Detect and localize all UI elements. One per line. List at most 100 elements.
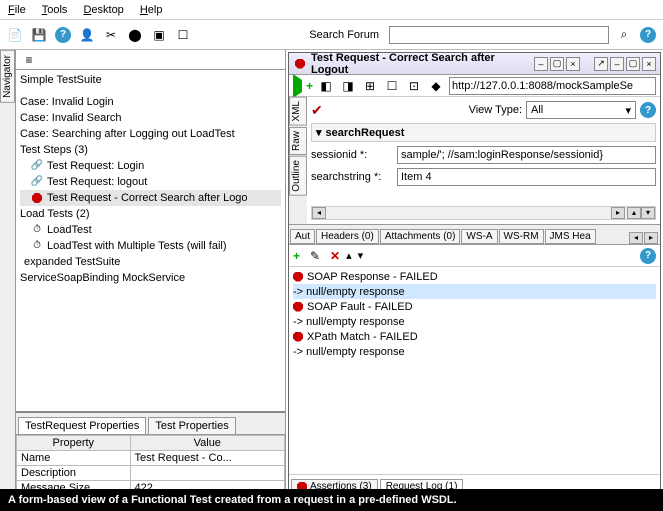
navigator-toolbar: ≡ — [16, 50, 285, 70]
caption-overlay: A form-based view of a Functional Test c… — [0, 489, 663, 511]
main-toolbar: 📄 💾 ? 👤 ✂ ⬤ ▣ ☐ Search Forum ⌕ ? — [0, 20, 663, 50]
navigator-tree[interactable]: Simple TestSuite Case: Invalid Login Cas… — [16, 70, 285, 411]
tree-steps-label[interactable]: Test Steps (3) — [20, 142, 281, 158]
tabs-right-icon[interactable]: ▸ — [644, 232, 658, 244]
tool5-icon[interactable]: ⊡ — [405, 77, 423, 95]
help-icon[interactable]: ? — [54, 26, 72, 44]
window-icon — [293, 57, 307, 71]
window-title: Test Request - Correct Search after Logo… — [311, 52, 530, 76]
tab-headers[interactable]: Headers (0) — [316, 229, 379, 244]
restore-icon[interactable]: ↗ — [594, 57, 608, 71]
tree-mockservice[interactable]: ServiceSoapBinding MockService — [20, 270, 281, 286]
assertion-detail[interactable]: -> null/empty response — [293, 344, 656, 359]
assertion-detail[interactable]: -> null/empty response — [293, 284, 656, 299]
up-icon[interactable]: ▴ — [346, 249, 352, 262]
tree-loadtest[interactable]: ⏱LoadTest with Multiple Tests (will fail… — [20, 238, 281, 254]
tool3-icon[interactable]: ⊞ — [361, 77, 379, 95]
tab-raw[interactable]: Raw — [289, 127, 307, 155]
table-row[interactable]: Description — [17, 466, 285, 481]
form-body: ✔ View Type: All▾ ? ▾ searchRequest sess… — [307, 97, 660, 224]
tab-wsrm[interactable]: WS-RM — [499, 229, 544, 244]
window-controls-outer: ↗ – ▢ × — [594, 57, 656, 71]
scroll-right-icon[interactable]: ▸ — [611, 207, 625, 219]
splitter-down-icon[interactable]: ▾ — [641, 207, 655, 219]
tab-wsa[interactable]: WS-A — [461, 229, 497, 244]
maximize2-icon[interactable]: ▢ — [626, 57, 640, 71]
form-side-tabs: XML Raw Outline — [289, 97, 307, 224]
tab-testrequest-properties[interactable]: TestRequest Properties — [18, 417, 146, 434]
flag-icon[interactable]: ▣ — [150, 26, 168, 44]
tree-step[interactable]: 🔗Test Request: logout — [20, 174, 281, 190]
remove-assertion-button[interactable]: ✕ — [330, 249, 340, 263]
tab-test-properties[interactable]: Test Properties — [148, 417, 235, 434]
add-button[interactable]: + — [306, 79, 313, 93]
globe-icon[interactable]: ⬤ — [126, 26, 144, 44]
field-label: searchstring *: — [311, 171, 391, 183]
minimize2-icon[interactable]: – — [610, 57, 624, 71]
section-header[interactable]: ▾ searchRequest — [311, 123, 656, 142]
tree-case[interactable]: Case: Invalid Login — [20, 94, 281, 110]
tree-step-selected[interactable]: Test Request - Correct Search after Logo — [20, 190, 281, 206]
tool1-icon[interactable]: ◧ — [317, 77, 335, 95]
close-icon[interactable]: × — [566, 57, 580, 71]
searchstring-input[interactable] — [397, 168, 656, 186]
new-icon[interactable]: 📄 — [6, 26, 24, 44]
splitter-up-icon[interactable]: ▴ — [627, 207, 641, 219]
run-button[interactable] — [293, 80, 302, 92]
menu-desktop[interactable]: Desktop — [83, 4, 123, 16]
navigator-tab[interactable]: Navigator — [0, 50, 15, 103]
assertions-toolbar: + ✎ ✕ ▴ ▾ ? — [289, 245, 660, 267]
add-assertion-button[interactable]: + — [293, 249, 300, 263]
assertion-item[interactable]: SOAP Fault - FAILED — [293, 299, 656, 314]
tab-outline[interactable]: Outline — [289, 156, 307, 196]
assertion-detail[interactable]: -> null/empty response — [293, 314, 656, 329]
tree-case[interactable]: Case: Invalid Search — [20, 110, 281, 126]
misc-icon[interactable]: ☐ — [174, 26, 192, 44]
horizontal-scrollbar[interactable]: ◂ ▸ ▴ ▾ — [311, 206, 656, 220]
search-forum-label: Search Forum — [309, 29, 379, 41]
menubar: File Tools Desktop Help — [0, 0, 663, 20]
config-assertion-icon[interactable]: ✎ — [306, 247, 324, 265]
sessionid-input[interactable] — [397, 146, 656, 164]
tab-jms[interactable]: JMS Hea — [545, 229, 596, 244]
tabs-left-icon[interactable]: ◂ — [629, 232, 643, 244]
down-icon[interactable]: ▾ — [358, 249, 364, 262]
table-row[interactable]: NameTest Request - Co... — [17, 451, 285, 466]
request-editor-window: Test Request - Correct Search after Logo… — [288, 52, 661, 511]
user-icon[interactable]: 👤 — [78, 26, 96, 44]
settings-icon[interactable]: ✂ — [102, 26, 120, 44]
search-go-icon[interactable]: ⌕ — [615, 26, 633, 44]
tree-case[interactable]: Case: Searching after Logging out LoadTe… — [20, 126, 281, 142]
search-forum-input[interactable] — [389, 26, 609, 44]
view-type-select[interactable]: All▾ — [526, 101, 636, 119]
assert-help-icon[interactable]: ? — [640, 248, 656, 264]
tree-expanded-suite[interactable]: expanded TestSuite — [20, 254, 281, 270]
assertion-item[interactable]: SOAP Response - FAILED — [293, 269, 656, 284]
navigator-pane: ≡ Simple TestSuite Case: Invalid Login C… — [16, 50, 286, 511]
scroll-left-icon[interactable]: ◂ — [312, 207, 326, 219]
endpoint-url-input[interactable] — [449, 77, 656, 95]
minimize-icon[interactable]: – — [534, 57, 548, 71]
maximize-icon[interactable]: ▢ — [550, 57, 564, 71]
tab-auth[interactable]: Aut — [290, 229, 315, 244]
list-icon[interactable]: ≡ — [20, 51, 38, 69]
assertions-list[interactable]: SOAP Response - FAILED -> null/empty res… — [289, 267, 660, 474]
tree-step[interactable]: 🔗Test Request: Login — [20, 158, 281, 174]
col-property: Property — [17, 436, 131, 451]
tab-attachments[interactable]: Attachments (0) — [380, 229, 461, 244]
tool6-icon[interactable]: ◆ — [427, 77, 445, 95]
form-help-icon[interactable]: ? — [640, 102, 656, 118]
menu-help[interactable]: Help — [140, 4, 163, 16]
tool4-icon[interactable]: ☐ — [383, 77, 401, 95]
tree-loadtests-label[interactable]: Load Tests (2) — [20, 206, 281, 222]
search-help-icon[interactable]: ? — [639, 26, 657, 44]
tree-root[interactable]: Simple TestSuite — [20, 72, 281, 88]
menu-tools[interactable]: Tools — [42, 4, 68, 16]
menu-file[interactable]: File — [8, 4, 26, 16]
close2-icon[interactable]: × — [642, 57, 656, 71]
tab-xml[interactable]: XML — [289, 97, 307, 126]
save-icon[interactable]: 💾 — [30, 26, 48, 44]
tree-loadtest[interactable]: ⏱LoadTest — [20, 222, 281, 238]
assertion-item[interactable]: XPath Match - FAILED — [293, 329, 656, 344]
tool2-icon[interactable]: ◨ — [339, 77, 357, 95]
